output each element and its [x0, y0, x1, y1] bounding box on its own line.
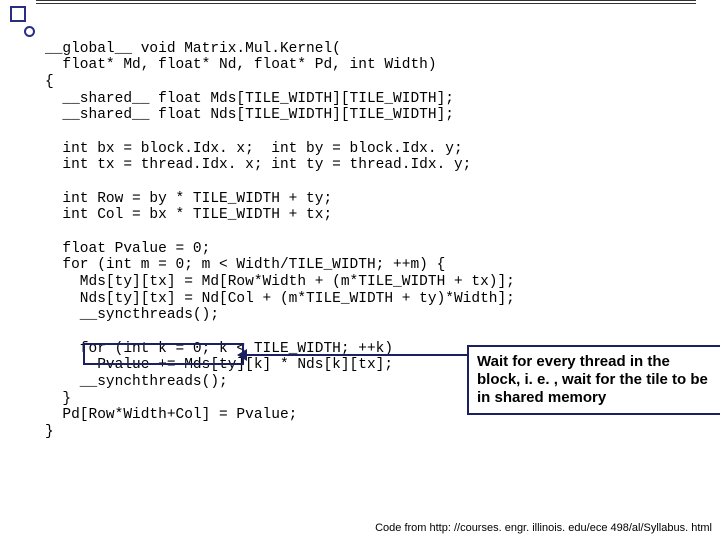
- code-line: __global__ void Matrix.Mul.Kernel(: [45, 41, 341, 57]
- code-line: int Row = by * TILE_WIDTH + ty;: [45, 191, 332, 207]
- code-line: Pvalue += Mds[ty][k] * Nds[k][tx];: [45, 357, 393, 373]
- code-line: }: [45, 391, 71, 407]
- code-block: __global__ void Matrix.Mul.Kernel( float…: [45, 24, 515, 441]
- code-line: __syncthreads();: [45, 307, 219, 323]
- source-attribution: Code from http: //courses. engr. illinoi…: [375, 522, 712, 534]
- code-line: Nds[ty][tx] = Nd[Col + (m*TILE_WIDTH + t…: [45, 291, 515, 307]
- callout-arrow-head-icon: [237, 349, 247, 361]
- code-line: int tx = thread.Idx. x; int ty = thread.…: [45, 157, 471, 173]
- code-line: float* Md, float* Nd, float* Pd, int Wid…: [45, 57, 437, 73]
- callout-arrow-line: [243, 354, 467, 356]
- code-line: __shared__ float Nds[TILE_WIDTH][TILE_WI…: [45, 107, 454, 123]
- code-line: int bx = block.Idx. x; int by = block.Id…: [45, 141, 463, 157]
- code-line: int Col = bx * TILE_WIDTH + tx;: [45, 207, 332, 223]
- callout-text: Wait for every thread in the block, i. e…: [477, 353, 708, 406]
- code-line: }: [45, 424, 54, 440]
- code-line: {: [45, 74, 54, 90]
- callout-box: Wait for every thread in the block, i. e…: [467, 345, 720, 415]
- code-line: float Pvalue = 0;: [45, 241, 210, 257]
- code-line: __shared__ float Mds[TILE_WIDTH][TILE_WI…: [45, 91, 454, 107]
- circle-bullet-icon: [24, 26, 35, 37]
- code-line: __synchthreads();: [45, 374, 228, 390]
- bullet-decor: [10, 6, 35, 37]
- code-line: Mds[ty][tx] = Md[Row*Width + (m*TILE_WID…: [45, 274, 515, 290]
- square-bullet-icon: [10, 6, 26, 22]
- code-line: for (int m = 0; m < Width/TILE_WIDTH; ++…: [45, 257, 445, 273]
- horizontal-rule: [36, 0, 696, 4]
- code-line: Pd[Row*Width+Col] = Pvalue;: [45, 407, 297, 423]
